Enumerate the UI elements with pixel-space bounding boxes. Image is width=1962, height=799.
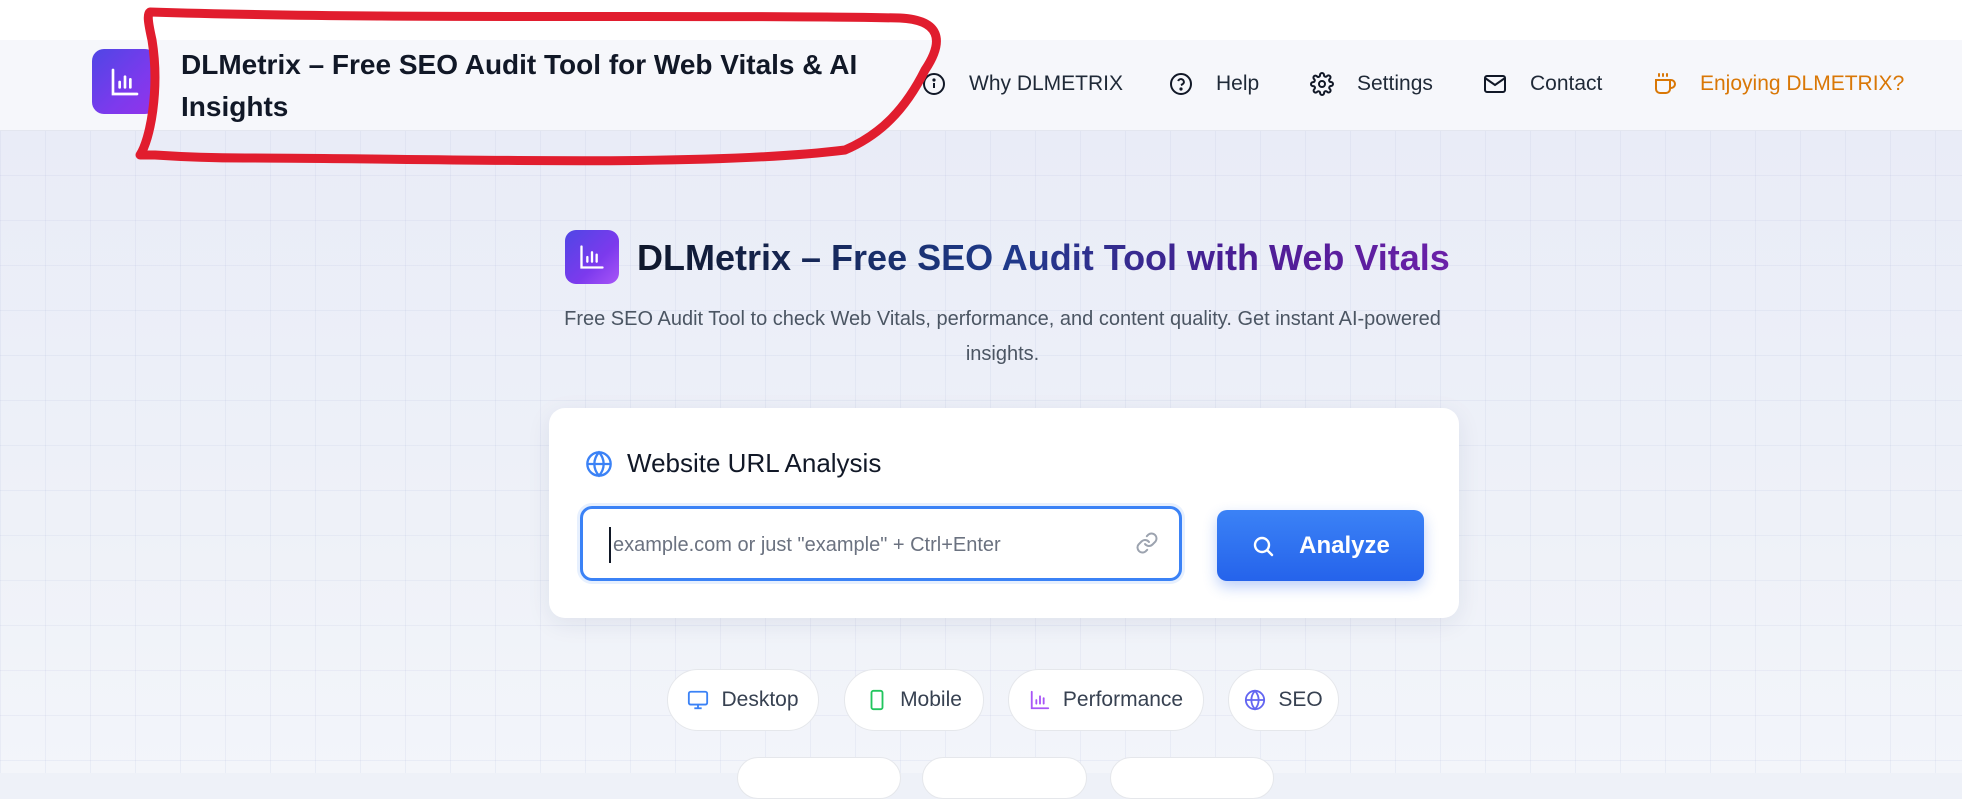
chip-partial[interactable] <box>737 757 901 799</box>
nav-label: Enjoying DLMETRIX? <box>1700 72 1905 95</box>
chip-seo[interactable]: SEO <box>1228 669 1339 731</box>
search-icon <box>1251 534 1275 558</box>
card-title-text: Website URL Analysis <box>627 448 882 478</box>
site-title[interactable]: DLMetrix – Free SEO Audit Tool for Web V… <box>181 44 921 128</box>
nav-label: Help <box>1216 72 1260 95</box>
nav-help[interactable]: Help <box>1168 66 1259 102</box>
url-input-box[interactable] <box>580 506 1182 581</box>
bar-chart-icon <box>111 68 138 95</box>
help-circle-icon <box>1168 71 1194 97</box>
analyze-label: Analyze <box>1299 531 1390 559</box>
hero-title: DLMetrix – Free SEO Audit Tool with Web … <box>637 234 1450 282</box>
top-strip <box>0 0 1962 40</box>
monitor-icon <box>687 689 709 711</box>
hero-logo <box>565 230 619 284</box>
bar-chart-icon <box>580 245 604 269</box>
mail-icon <box>1482 71 1508 97</box>
url-analysis-card: Website URL Analysis Analyze <box>549 408 1459 618</box>
chip-label: Mobile <box>900 688 962 711</box>
link-icon <box>1135 531 1159 560</box>
globe-icon <box>585 450 613 478</box>
card-title: Website URL Analysis <box>585 448 881 479</box>
chip-label: Desktop <box>721 688 799 711</box>
gear-icon <box>1309 71 1335 97</box>
info-icon <box>921 71 947 97</box>
nav-why-dlmetrix[interactable]: Why DLMETRIX <box>921 66 1123 102</box>
chip-partial[interactable] <box>922 757 1087 799</box>
chip-performance[interactable]: Performance <box>1008 669 1204 731</box>
site-logo[interactable] <box>92 49 157 114</box>
chip-partial[interactable] <box>1110 757 1274 799</box>
chip-label: Performance <box>1062 688 1184 711</box>
bar-chart-icon <box>1029 689 1051 711</box>
nav-contact[interactable]: Contact <box>1482 66 1602 102</box>
nav-enjoying-dlmetrix[interactable]: Enjoying DLMETRIX? <box>1652 66 1904 102</box>
chip-mobile[interactable]: Mobile <box>844 669 984 731</box>
smartphone-icon <box>866 689 888 711</box>
chip-desktop[interactable]: Desktop <box>667 669 819 731</box>
chip-label: SEO <box>1278 688 1323 711</box>
url-input[interactable] <box>609 527 1115 563</box>
nav-label: Contact <box>1530 72 1603 95</box>
analyze-button[interactable]: Analyze <box>1217 510 1424 581</box>
nav-settings[interactable]: Settings <box>1309 66 1433 102</box>
nav-label: Why DLMETRIX <box>969 72 1124 95</box>
coffee-icon <box>1652 71 1678 97</box>
hero-subtitle: Free SEO Audit Tool to check Web Vitals,… <box>564 308 1441 365</box>
globe-icon <box>1244 689 1266 711</box>
nav-label: Settings <box>1357 72 1433 95</box>
